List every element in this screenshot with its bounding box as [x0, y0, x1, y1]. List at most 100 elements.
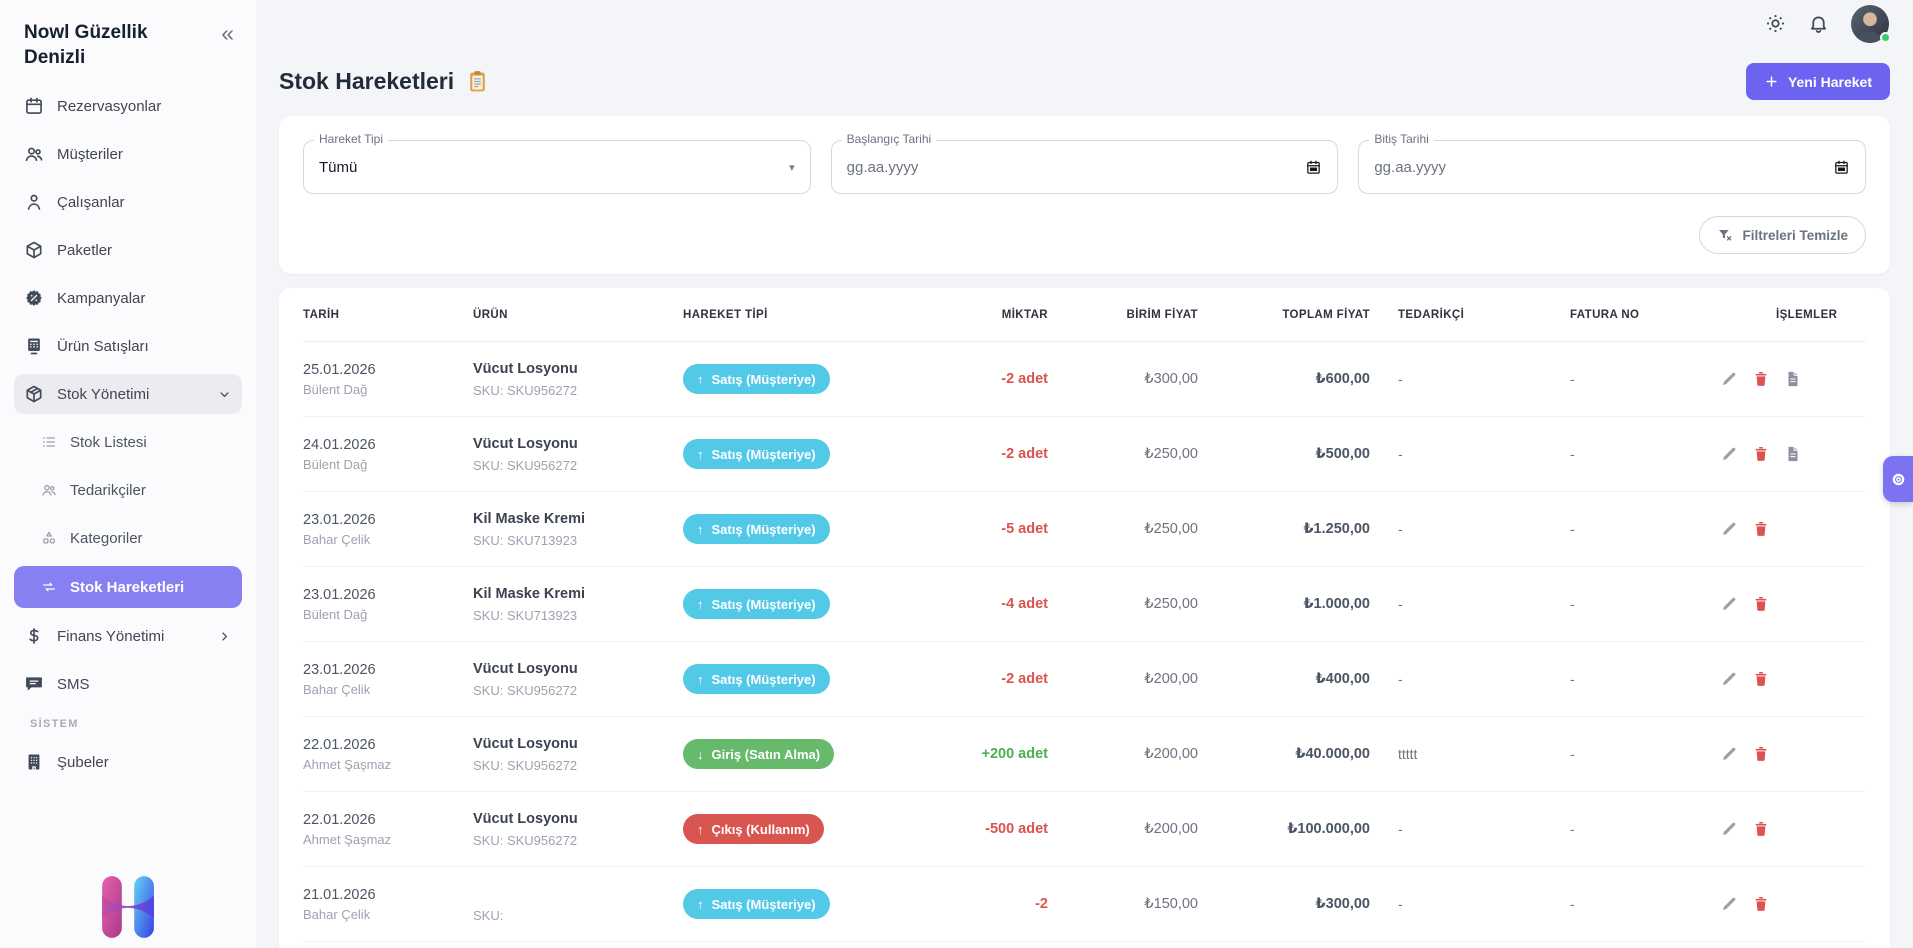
- delete-button[interactable]: [1752, 370, 1770, 388]
- sidebar-item-paketler[interactable]: Paketler: [14, 230, 242, 270]
- chevron-down-icon: ▾: [789, 161, 795, 174]
- delete-button[interactable]: [1752, 595, 1770, 613]
- sidebar-item-kampanyalar[interactable]: Kampanyalar: [14, 278, 242, 318]
- unit-price: ₺200,00: [1048, 821, 1198, 837]
- invoice-no-value: -: [1542, 671, 1712, 687]
- end-date-input[interactable]: Bitiş Tarihi gg.aa.yyyy: [1358, 140, 1866, 194]
- cell-movement-type: ↑Satış (Müşteriye): [683, 889, 938, 919]
- notifications-bell-icon[interactable]: [1808, 13, 1829, 34]
- sidebar-item-calisanlar[interactable]: Çalışanlar: [14, 182, 242, 222]
- edit-button[interactable]: [1720, 820, 1738, 838]
- edit-button[interactable]: [1720, 595, 1738, 613]
- cell-date: 23.01.2026Bahar Çelik: [303, 662, 473, 697]
- edit-button[interactable]: [1720, 670, 1738, 688]
- quantity-value: -2 adet: [938, 446, 1048, 462]
- column-header-hareket-ti-pi: HAREKET TİPİ: [683, 309, 938, 321]
- sidebar-item-label: Kampanyalar: [57, 290, 145, 307]
- product-sku: SKU: SKU956272: [473, 758, 683, 773]
- edit-button[interactable]: [1720, 445, 1738, 463]
- unit-price: ₺300,00: [1048, 371, 1198, 387]
- invoice-button[interactable]: [1784, 445, 1802, 463]
- total-price: ₺1.000,00: [1198, 596, 1370, 612]
- delete-button[interactable]: [1752, 895, 1770, 913]
- calendar-icon[interactable]: [1305, 159, 1322, 176]
- sidebar-collapse-button[interactable]: «: [215, 20, 240, 47]
- movements-icon: [41, 579, 57, 595]
- column-header-bi-ri-m-fi-yat: BİRİM FİYAT: [1048, 309, 1198, 321]
- total-price: ₺400,00: [1198, 671, 1370, 687]
- theme-toggle-icon[interactable]: [1765, 13, 1786, 34]
- table-row: 23.01.2026Bülent DağKil Maske KremiSKU: …: [303, 567, 1866, 642]
- sidebar-item-sms[interactable]: SMS: [14, 664, 242, 704]
- unit-price: ₺200,00: [1048, 746, 1198, 762]
- movement-date: 25.01.2026: [303, 362, 473, 378]
- movement-type-select[interactable]: Hareket Tipi Tümü ▾: [303, 140, 811, 194]
- movement-date: 23.01.2026: [303, 587, 473, 603]
- sidebar-item-finans-yonetimi[interactable]: Finans Yönetimi: [14, 616, 242, 656]
- sidebar-item-subeler[interactable]: Şubeler: [14, 742, 242, 782]
- start-date-input[interactable]: Başlangıç Tarihi gg.aa.yyyy: [831, 140, 1339, 194]
- settings-fab-button[interactable]: [1883, 456, 1913, 502]
- branches-icon: [24, 752, 44, 772]
- edit-button[interactable]: [1720, 895, 1738, 913]
- sidebar-item-kategoriler[interactable]: Kategoriler: [14, 518, 242, 558]
- delete-button[interactable]: [1752, 670, 1770, 688]
- cell-movement-type: ↑Satış (Müşteriye): [683, 589, 938, 619]
- total-price: ₺300,00: [1198, 896, 1370, 912]
- unit-price: ₺250,00: [1048, 521, 1198, 537]
- cell-date: 21.01.2026Bahar Çelik: [303, 887, 473, 922]
- edit-button[interactable]: [1720, 370, 1738, 388]
- total-price: ₺600,00: [1198, 371, 1370, 387]
- sidebar-item-stok-listesi[interactable]: Stok Listesi: [14, 422, 242, 462]
- cell-date: 25.01.2026Bülent Dağ: [303, 362, 473, 397]
- cell-product: Vücut LosyonuSKU: SKU956272: [473, 661, 683, 698]
- total-price: ₺1.250,00: [1198, 521, 1370, 537]
- sidebar-item-rezervasyonlar[interactable]: Rezervasyonlar: [14, 86, 242, 126]
- calendar-icon[interactable]: [1833, 159, 1850, 176]
- sidebar-item-stok-yonetimi[interactable]: Stok Yönetimi: [14, 374, 242, 414]
- clear-filters-button[interactable]: Filtreleri Temizle: [1699, 216, 1866, 254]
- product-sku: SKU: SKU956272: [473, 383, 683, 398]
- movement-date: 24.01.2026: [303, 437, 473, 453]
- sidebar-item-label: Şubeler: [57, 754, 109, 771]
- sms-icon: [24, 674, 44, 694]
- supplier-value: -: [1370, 821, 1542, 837]
- movement-date: 21.01.2026: [303, 887, 473, 903]
- row-actions: [1712, 820, 1866, 838]
- unit-price: ₺250,00: [1048, 596, 1198, 612]
- movement-type-label: Satış (Müşteriye): [712, 597, 816, 612]
- movement-type-badge: ↓Giriş (Satın Alma): [683, 739, 834, 769]
- start-date-placeholder: gg.aa.yyyy: [847, 159, 919, 176]
- sidebar-item-tedarikciler[interactable]: Tedarikçiler: [14, 470, 242, 510]
- categories-icon: [41, 530, 57, 546]
- sidebar-item-label: Çalışanlar: [57, 194, 125, 211]
- sidebar-item-urun-satislari[interactable]: Ürün Satışları: [14, 326, 242, 366]
- section-label-text: SİSTEM: [30, 718, 79, 730]
- quantity-value: -500 adet: [938, 821, 1048, 837]
- delete-button[interactable]: [1752, 520, 1770, 538]
- column-header-fatura-no: FATURA NO: [1542, 309, 1712, 321]
- sidebar-item-stok-hareketleri[interactable]: Stok Hareketleri: [14, 566, 242, 608]
- sidebar-item-label: Kategoriler: [70, 530, 143, 547]
- supplier-value: -: [1370, 671, 1542, 687]
- arrow-up-icon: ↑: [697, 897, 704, 912]
- product-name: Kil Maske Kremi: [473, 511, 683, 529]
- edit-button[interactable]: [1720, 745, 1738, 763]
- delete-button[interactable]: [1752, 745, 1770, 763]
- finance-icon: [24, 626, 44, 646]
- user-avatar[interactable]: [1851, 5, 1889, 43]
- invoice-no-value: -: [1542, 596, 1712, 612]
- quantity-value: -5 adet: [938, 521, 1048, 537]
- edit-button[interactable]: [1720, 520, 1738, 538]
- delete-button[interactable]: [1752, 445, 1770, 463]
- users-icon: [24, 144, 44, 164]
- table-row: 21.01.2026Bahar ÇelikSKU:↑Satış (Müşteri…: [303, 867, 1866, 942]
- movement-date: 23.01.2026: [303, 662, 473, 678]
- cell-movement-type: ↓Giriş (Satın Alma): [683, 739, 938, 769]
- delete-button[interactable]: [1752, 820, 1770, 838]
- sidebar-header: Nowl Güzellik Denizli «: [14, 18, 242, 86]
- sidebar-item-musteriler[interactable]: Müşteriler: [14, 134, 242, 174]
- new-movement-button[interactable]: Yeni Hareket: [1746, 63, 1890, 100]
- invoice-button[interactable]: [1784, 370, 1802, 388]
- cell-product: Vücut LosyonuSKU: SKU956272: [473, 361, 683, 398]
